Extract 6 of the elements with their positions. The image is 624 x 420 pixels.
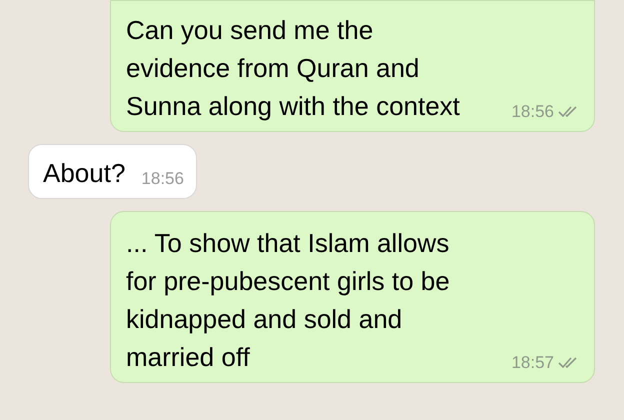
message-time: 18:56 (140, 168, 184, 190)
message-time: 18:57 (495, 352, 582, 374)
message-text: Can you send me the evidence from Quran and Sunna along with the context (126, 14, 461, 123)
message-text: ... To show that Islam allows for pre-pubescent girls to be kidnapped and sold and married off (126, 227, 451, 374)
message-time: 18:56 (495, 101, 582, 123)
message-text: About? (43, 157, 126, 190)
